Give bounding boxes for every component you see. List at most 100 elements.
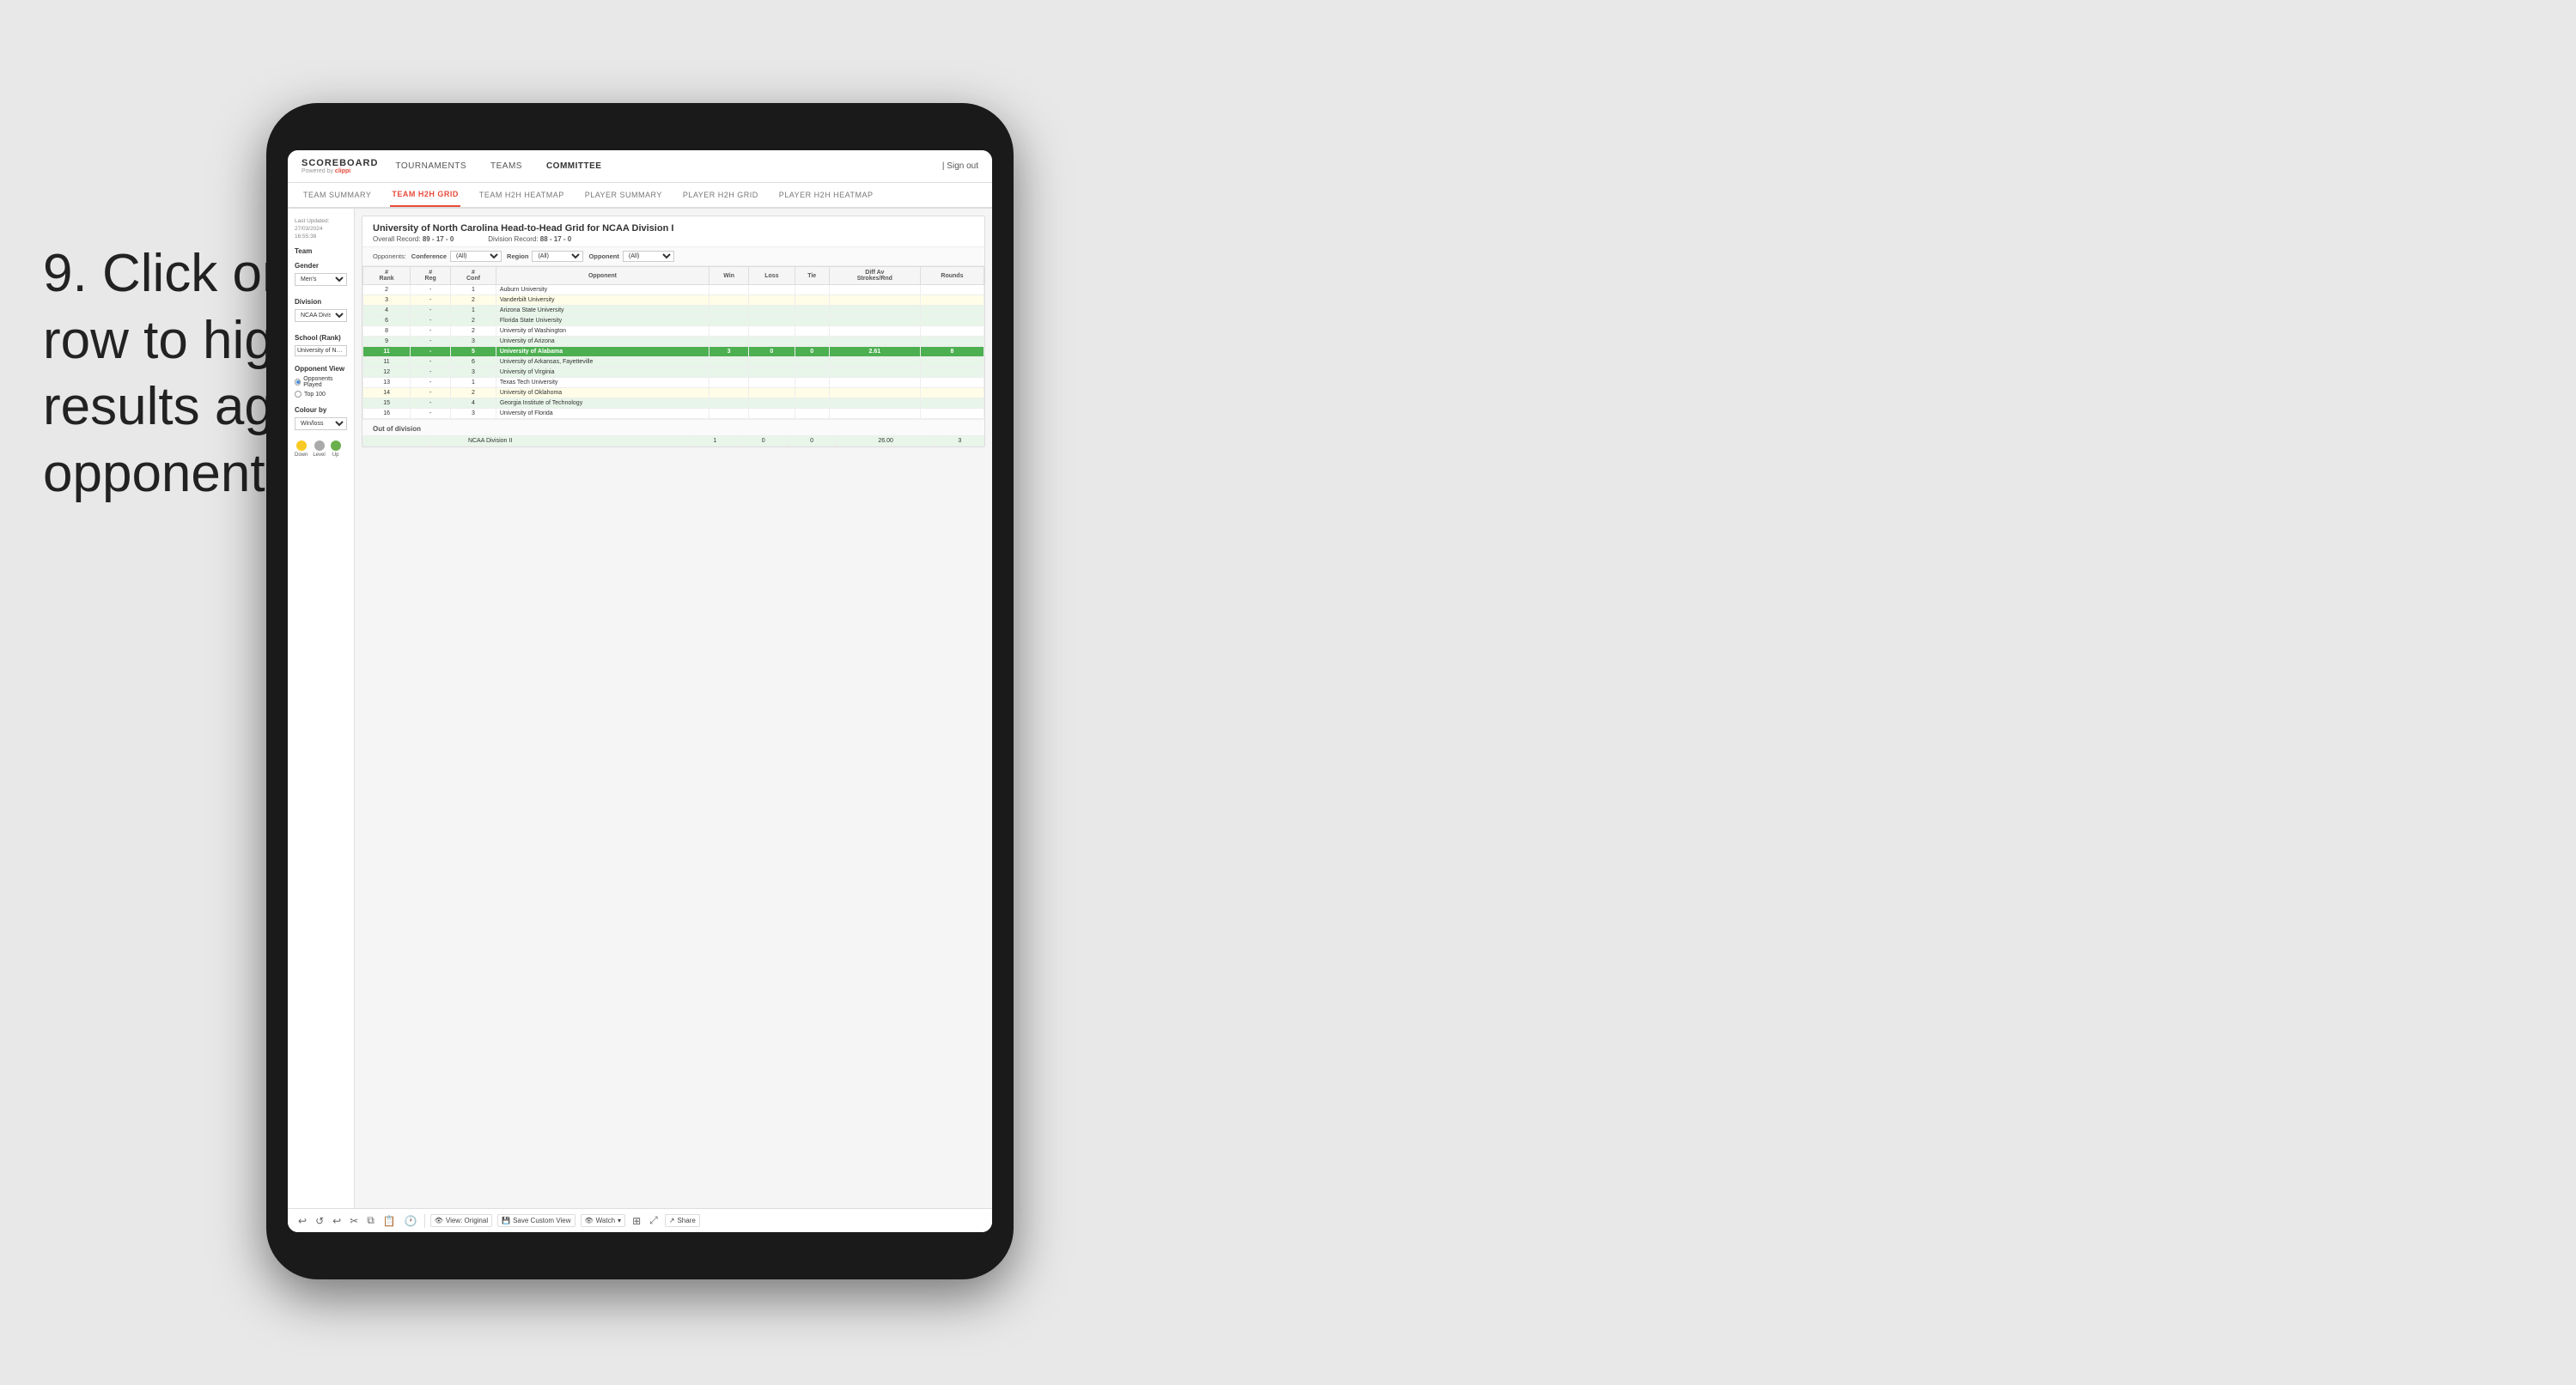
- filter-bar: Opponents: Conference (All) Region (All): [362, 247, 984, 266]
- sign-out-link[interactable]: | Sign out: [942, 161, 978, 171]
- gender-select[interactable]: Men's: [295, 273, 347, 286]
- undo2-icon[interactable]: ↩: [331, 1213, 343, 1229]
- cell-diff: [829, 378, 920, 388]
- table-row[interactable]: 2 - 1 Auburn University: [363, 285, 984, 295]
- view-original-button[interactable]: 👁 View: Original: [430, 1214, 492, 1227]
- cell-win: [709, 398, 749, 409]
- cell-reg: -: [411, 357, 451, 368]
- cell-rank: 13: [363, 378, 411, 388]
- cell-diff: [829, 285, 920, 295]
- scissors-icon[interactable]: ✂: [348, 1213, 360, 1229]
- cell-loss: [749, 398, 795, 409]
- clock-icon[interactable]: 🕐: [403, 1213, 419, 1229]
- cell-loss: [749, 295, 795, 306]
- radio-opponents-played[interactable]: Opponents Played: [295, 376, 347, 388]
- table-row[interactable]: 6 - 2 Florida State University: [363, 316, 984, 326]
- table-row[interactable]: 9 - 3 University of Arizona: [363, 337, 984, 347]
- copy-icon[interactable]: ⧉: [365, 1212, 376, 1229]
- out-of-division-header: Out of division: [362, 419, 984, 435]
- region-filter-label: Region: [507, 252, 528, 260]
- subnav-player-summary[interactable]: PLAYER SUMMARY: [583, 183, 664, 207]
- colour-by-select[interactable]: Win/loss: [295, 417, 347, 430]
- cell-rank: [363, 436, 397, 446]
- radio-dot-top100: [295, 391, 301, 398]
- last-updated: Last Updated: 27/03/202416:55:38: [295, 217, 347, 240]
- legend-down: Down: [295, 440, 308, 458]
- cell-rounds: [920, 295, 984, 306]
- nav-teams[interactable]: TEAMS: [487, 161, 526, 171]
- tablet-icon[interactable]: ⊞: [630, 1213, 642, 1229]
- nav-tournaments[interactable]: TOURNAMENTS: [392, 161, 470, 171]
- logo-scoreboard: SCOREBOARD: [301, 159, 378, 168]
- cell-opponent: University of Arkansas, Fayetteville: [496, 357, 709, 368]
- cell-loss: 0: [739, 436, 787, 446]
- cell-diff: 26.00: [836, 436, 935, 446]
- cell-conf: [430, 436, 464, 446]
- table-row[interactable]: 3 - 2 Vanderbilt University: [363, 295, 984, 306]
- undo-icon[interactable]: ↩: [296, 1213, 308, 1229]
- radio-top100[interactable]: Top 100: [295, 391, 347, 398]
- cell-rank: 11: [363, 347, 411, 357]
- table-row[interactable]: 14 - 2 University of Oklahoma: [363, 388, 984, 398]
- cell-win: 3: [709, 347, 749, 357]
- school-label: School (Rank): [295, 334, 347, 342]
- conference-select[interactable]: (All): [450, 251, 502, 262]
- subnav-player-h2h-grid[interactable]: PLAYER H2H GRID: [681, 183, 760, 207]
- subnav-team-h2h-heatmap[interactable]: TEAM H2H HEATMAP: [478, 183, 566, 207]
- cell-diff: [829, 388, 920, 398]
- table-row[interactable]: 13 - 1 Texas Tech University: [363, 378, 984, 388]
- cell-rank: 15: [363, 398, 411, 409]
- cell-tie: [795, 388, 829, 398]
- subnav-team-summary[interactable]: TEAM SUMMARY: [301, 183, 373, 207]
- conference-filter: Conference (All): [411, 251, 502, 262]
- table-row[interactable]: 4 - 1 Arizona State University: [363, 306, 984, 316]
- cell-rank: 4: [363, 306, 411, 316]
- cell-win: [709, 326, 749, 337]
- cell-rounds: 8: [920, 347, 984, 357]
- table-header-row: #Rank #Reg #Conf Opponent Win Loss Tie D…: [363, 267, 984, 285]
- cell-rank: 8: [363, 326, 411, 337]
- cell-reg: -: [411, 295, 451, 306]
- fullscreen-icon[interactable]: ⤢: [648, 1212, 660, 1229]
- cell-opponent: University of Virginia: [496, 368, 709, 378]
- save-custom-view-button[interactable]: 💾 Save Custom View: [497, 1214, 575, 1227]
- table-row[interactable]: 8 - 2 University of Washington: [363, 326, 984, 337]
- subnav-team-h2h-grid[interactable]: TEAM H2H GRID: [390, 183, 460, 207]
- cell-reg: [397, 436, 430, 446]
- region-select[interactable]: (All): [532, 251, 583, 262]
- cell-loss: [749, 368, 795, 378]
- table-row[interactable]: 15 - 4 Georgia Institute of Technology: [363, 398, 984, 409]
- division-select[interactable]: NCAA Division I: [295, 309, 347, 322]
- share-button[interactable]: ↗ Share: [665, 1214, 700, 1227]
- out-of-division-row[interactable]: NCAA Division II 1 0 0 26.00 3: [363, 436, 984, 446]
- conference-filter-label: Conference: [411, 252, 447, 260]
- cell-rounds: [920, 409, 984, 419]
- subnav-player-h2h-heatmap[interactable]: PLAYER H2H HEATMAP: [777, 183, 875, 207]
- paste-icon[interactable]: 📋: [381, 1213, 398, 1229]
- cell-loss: [749, 378, 795, 388]
- cell-tie: [795, 398, 829, 409]
- sidebar: Last Updated: 27/03/202416:55:38 Team Ge…: [288, 209, 355, 1208]
- cell-tie: [795, 326, 829, 337]
- cell-win: [709, 306, 749, 316]
- watch-button[interactable]: 👁 Watch ▾: [581, 1214, 626, 1227]
- opponent-select[interactable]: (All): [623, 251, 674, 262]
- cell-opponent: University of Arizona: [496, 337, 709, 347]
- th-reg: #Reg: [411, 267, 451, 285]
- table-row[interactable]: 16 - 3 University of Florida: [363, 409, 984, 419]
- cell-diff: [829, 368, 920, 378]
- redo-icon[interactable]: ↺: [314, 1213, 326, 1229]
- cell-loss: 0: [749, 347, 795, 357]
- cell-rounds: [920, 316, 984, 326]
- nav-committee[interactable]: COMMITTEE: [543, 161, 606, 171]
- opponents-label: Opponents:: [373, 252, 406, 260]
- cell-tie: [795, 357, 829, 368]
- table-row[interactable]: 11 - 6 University of Arkansas, Fayettevi…: [363, 357, 984, 368]
- highlighted-table-row[interactable]: 11 - 5 University of Alabama 3 0 0 2.61 …: [363, 347, 984, 357]
- cell-diff: [829, 295, 920, 306]
- cell-rounds: [920, 398, 984, 409]
- share-icon: ↗: [669, 1217, 675, 1224]
- table-row[interactable]: 12 - 3 University of Virginia: [363, 368, 984, 378]
- cell-tie: [795, 378, 829, 388]
- panel-inner: University of North Carolina Head-to-Hea…: [362, 216, 985, 447]
